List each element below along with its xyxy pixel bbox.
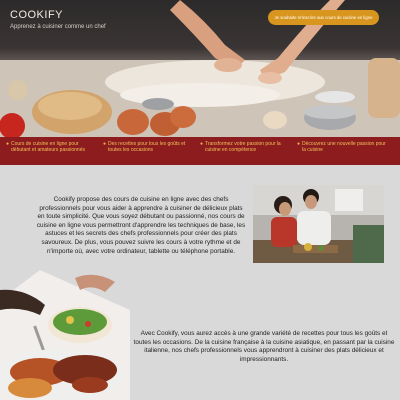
food-platter-photo [0,270,130,400]
recipes-paragraph: Avec Cookify, vous aurez accès à une gra… [133,330,395,363]
brand-logo[interactable]: COOKIFY [10,9,63,21]
hero-banner: COOKIFY Apprenez à cuisiner comme un che… [0,0,400,137]
couple-cooking-photo [253,185,384,263]
feature-text: Cours de cuisine en ligne pour débutant … [11,141,85,153]
intro-paragraph: Cookify propose des cours de cuisine en … [36,196,246,255]
feature-text: Découvrez une nouvelle passion pour la c… [302,141,386,153]
feature-item: ● Cours de cuisine en ligne pour débutan… [6,141,103,165]
bullet-icon: ● [103,141,107,147]
feature-text: Transformez votre passion pour la cuisin… [205,141,281,153]
bullet-icon: ● [6,141,10,147]
features-bar: ● Cours de cuisine en ligne pour débutan… [0,137,400,165]
feature-item: ● Transformez votre passion pour la cuis… [200,141,297,165]
feature-text: Des recettes pour tous les goûts et tout… [108,141,186,153]
tagline: Apprenez à cuisiner comme un chef [10,24,106,30]
bullet-icon: ● [297,141,301,147]
bullet-icon: ● [200,141,204,147]
signup-button[interactable]: Je souhaite m'inscrire aux cours de cuis… [268,10,379,25]
feature-item: ● Découvrez une nouvelle passion pour la… [297,141,394,165]
feature-item: ● Des recettes pour tous les goûts et to… [103,141,200,165]
